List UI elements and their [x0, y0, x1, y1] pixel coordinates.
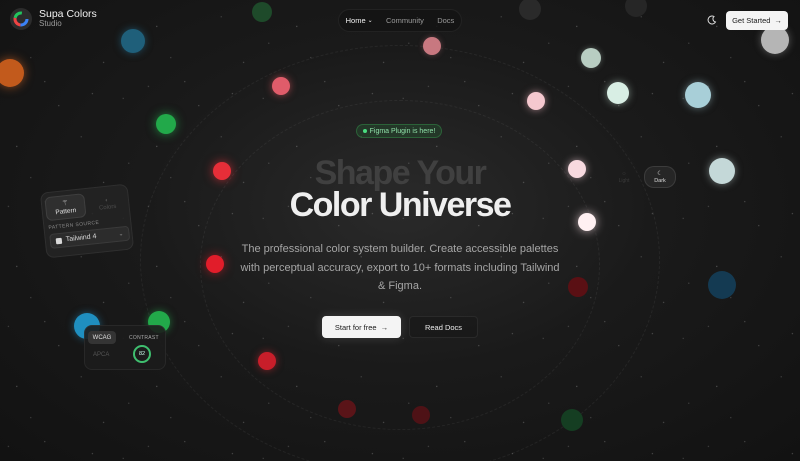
sun-icon: ☼	[621, 170, 627, 177]
color-orb	[252, 2, 272, 22]
nav-item-home[interactable]: Home ⌄	[346, 16, 373, 25]
contrast-card: WCAG APCA CONTRAST 82	[84, 325, 166, 370]
get-started-label: Get Started	[732, 16, 771, 25]
arrow-right-icon: →	[380, 322, 389, 332]
color-orb	[258, 352, 276, 370]
color-orb	[561, 409, 583, 431]
color-orb	[607, 82, 629, 104]
color-orb	[519, 0, 541, 20]
nav-item-docs[interactable]: Docs	[437, 16, 454, 25]
apca-tab[interactable]: APCA	[93, 352, 109, 358]
start-for-free-button[interactable]: Start for free →	[322, 316, 401, 338]
contrast-score-ring: 82	[133, 345, 151, 363]
color-orb	[685, 82, 711, 108]
nav-item-community[interactable]: Community	[386, 16, 424, 25]
pattern-tab[interactable]: ⚚ Pattern	[44, 193, 87, 222]
chevron-down-icon: ⌄	[367, 18, 373, 24]
color-orb	[581, 48, 601, 68]
read-docs-label: Read Docs	[424, 322, 463, 332]
moon-icon	[707, 15, 717, 25]
contrast-score-value: 82	[138, 351, 146, 357]
light-mode-label: Light	[618, 177, 630, 184]
read-docs-button[interactable]: Read Docs	[409, 316, 478, 338]
color-orb	[568, 277, 588, 297]
pattern-source-card: ⚚ Pattern ◐ Colors PATTERN SOURCE Tailwi…	[39, 183, 135, 259]
light-mode-option[interactable]: ☼ Light	[612, 166, 636, 188]
logo-icon	[10, 8, 32, 30]
arrow-right-icon: →	[774, 16, 782, 25]
tailwind-icon	[55, 237, 63, 244]
color-orb	[338, 400, 356, 418]
moon-icon: ☾	[657, 171, 663, 177]
contrast-label: CONTRAST	[129, 335, 159, 341]
colors-tab[interactable]: ◐ Colors	[89, 191, 125, 216]
main-nav: Home ⌄ Community Docs	[338, 9, 462, 32]
color-orb	[423, 37, 441, 55]
figma-plugin-badge[interactable]: Figma Plugin is here!	[356, 124, 442, 138]
color-orb	[156, 114, 176, 134]
chevron-down-icon: ⌄	[118, 231, 124, 238]
color-orb	[0, 59, 24, 87]
nav-item-label: Home	[345, 16, 366, 25]
brand-subtitle: Studio	[39, 19, 62, 29]
color-orb	[121, 29, 145, 53]
palette-icon: ◐	[104, 197, 110, 204]
color-orb	[708, 271, 736, 299]
badge-label: Figma Plugin is here!	[369, 127, 436, 135]
wcag-tab[interactable]: WCAG	[88, 331, 116, 344]
pattern-source-value: Tailwind 4	[65, 233, 97, 244]
color-orb	[412, 406, 430, 424]
wand-icon: ⚚	[61, 199, 69, 208]
color-orb	[206, 255, 224, 273]
dark-mode-option[interactable]: ☾ Dark	[644, 166, 676, 188]
hero-subtitle: The professional color system builder. C…	[240, 243, 560, 292]
colors-tab-label: Colors	[98, 203, 117, 212]
theme-toggle-button[interactable]	[705, 13, 719, 27]
brand-logo[interactable]: Supa Colors Studio	[10, 8, 97, 30]
dark-mode-label: Dark	[654, 178, 666, 184]
status-dot-icon	[362, 129, 367, 133]
color-orb	[527, 92, 545, 110]
start-for-free-label: Start for free	[334, 322, 377, 332]
get-started-button[interactable]: Get Started →	[726, 11, 788, 30]
color-orb	[625, 0, 647, 17]
color-orb	[761, 26, 789, 54]
pattern-tab-label: Pattern	[55, 207, 77, 217]
color-orb	[272, 77, 290, 95]
